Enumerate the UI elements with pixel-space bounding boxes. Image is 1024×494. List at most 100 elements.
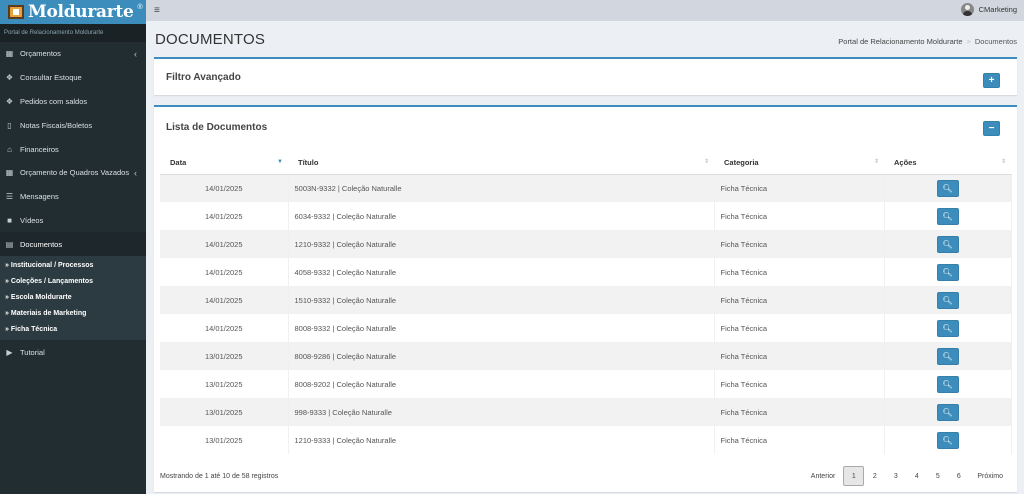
table-row: 13/01/2025 1210-9333 | Coleção Naturalle F… bbox=[160, 426, 1012, 454]
sidebar-item-documentos[interactable]: ▤ Documentos bbox=[0, 232, 146, 257]
pagination-page-3[interactable]: 3 bbox=[885, 466, 906, 486]
sidebar-item-orcamentos[interactable]: ▦ Orçamentos ‹ bbox=[0, 42, 146, 66]
chevron-left-icon: ‹ bbox=[134, 48, 137, 59]
cell-title: 1210-9333 | Coleção Naturalle bbox=[288, 426, 715, 454]
view-document-button[interactable]: 🔍︎ bbox=[936, 319, 959, 337]
view-document-button[interactable]: 🔍︎ bbox=[936, 291, 959, 309]
column-header-titulo[interactable]: Título ⇕ bbox=[288, 151, 714, 175]
grid-icon: ▦ bbox=[5, 168, 14, 178]
double-chevron-right-icon: » bbox=[5, 261, 9, 269]
cell-title: 6034-9332 | Coleção Naturalle bbox=[288, 202, 715, 230]
sidebar-item-label: Consultar Estoque bbox=[20, 73, 82, 83]
brand-logo[interactable]: Moldurarte ® bbox=[0, 0, 146, 24]
menu-toggle-icon[interactable]: ≡ bbox=[154, 5, 160, 16]
view-document-button[interactable]: 🔍︎ bbox=[936, 347, 959, 365]
sidebar-item-videos[interactable]: ■ Vídeos bbox=[0, 209, 146, 233]
cubes-icon: ❖ bbox=[5, 73, 14, 83]
double-chevron-right-icon: » bbox=[5, 277, 9, 285]
pagination-next[interactable]: Próximo bbox=[969, 466, 1011, 486]
pagination-page-6[interactable]: 6 bbox=[948, 466, 969, 486]
column-header-data[interactable]: Data ▼ bbox=[160, 151, 288, 175]
view-document-button[interactable]: 🔍︎ bbox=[936, 179, 959, 197]
logo-icon bbox=[8, 5, 24, 19]
sidebar-item-label: Tutorial bbox=[20, 347, 45, 357]
portal-label: Portal de Relacionamento Moldurarte bbox=[0, 24, 146, 42]
cell-actions: 🔍︎ bbox=[884, 174, 1012, 202]
column-header-label: Ações bbox=[894, 157, 917, 167]
brand-registered-mark: ® bbox=[137, 4, 143, 11]
submenu-item-institucional[interactable]: » Institucional / Processos bbox=[0, 257, 146, 273]
table-row: 14/01/2025 4058-9332 | Coleção Naturalle F… bbox=[160, 258, 1012, 286]
view-document-button[interactable]: 🔍︎ bbox=[936, 431, 959, 449]
view-document-button[interactable]: 🔍︎ bbox=[936, 263, 959, 281]
sidebar-item-orcamento-quadros-vazados[interactable]: ▦ Orçamento de Quadros Vazados ‹ bbox=[0, 161, 146, 185]
pagination-page-4[interactable]: 4 bbox=[906, 466, 927, 486]
sort-icon: ⇕ bbox=[703, 159, 709, 165]
pagination-page-2[interactable]: 2 bbox=[864, 466, 885, 486]
sidebar-item-financeiros[interactable]: ⌂ Financeiros bbox=[0, 137, 146, 161]
sidebar-item-consultar-estoque[interactable]: ❖ Consultar Estoque bbox=[0, 66, 146, 90]
filter-box: Filtro Avançado + bbox=[154, 57, 1017, 95]
search-icon: 🔍︎ bbox=[942, 379, 953, 389]
search-icon: 🔍︎ bbox=[942, 435, 953, 445]
cell-title: 998-9333 | Coleção Naturalle bbox=[288, 398, 715, 426]
view-document-button[interactable]: 🔍︎ bbox=[936, 235, 959, 253]
breadcrumb-separator: > bbox=[966, 37, 971, 46]
breadcrumb-current: Documentos bbox=[974, 37, 1017, 46]
sidebar-item-pedidos-com-saldos[interactable]: ❖ Pedidos com saldos bbox=[0, 90, 146, 114]
pagination-info: Mostrando de 1 até 10 de 58 registros bbox=[160, 473, 279, 480]
submenu-item-marketing[interactable]: » Materiais de Marketing bbox=[0, 305, 146, 321]
pagination-prev[interactable]: Anterior bbox=[803, 466, 844, 486]
search-icon: 🔍︎ bbox=[942, 295, 953, 305]
breadcrumb: Portal de Relacionamento Moldurarte > Do… bbox=[838, 37, 1017, 46]
file-icon: ▯ bbox=[7, 120, 12, 130]
search-icon: 🔍︎ bbox=[942, 211, 953, 221]
table-row: 13/01/2025 998-9333 | Coleção Naturalle Fi… bbox=[160, 398, 1012, 426]
cell-date: 14/01/2025 bbox=[160, 202, 289, 230]
column-header-categoria[interactable]: Categoria ⇕ bbox=[714, 151, 884, 175]
view-document-button[interactable]: 🔍︎ bbox=[936, 375, 959, 393]
cell-date: 14/01/2025 bbox=[160, 258, 289, 286]
sidebar-item-label: Orçamento de Quadros Vazados bbox=[20, 168, 130, 178]
cell-actions: 🔍︎ bbox=[884, 202, 1012, 230]
pagination: Anterior 1 2 3 4 5 6 Próximo bbox=[803, 466, 1011, 486]
documents-table: Data ▼ Título ⇕ Categoria ⇕ Ações ⇕ 14/01/20… bbox=[160, 151, 1012, 454]
collapse-list-button[interactable]: − bbox=[983, 121, 1000, 136]
user-menu[interactable]: CMarketing bbox=[960, 3, 1017, 16]
sidebar-item-label: Orçamentos bbox=[20, 49, 61, 59]
submenu-item-label: Ficha Técnica bbox=[10, 325, 58, 333]
breadcrumb-home[interactable]: Portal de Relacionamento Moldurarte bbox=[838, 37, 962, 46]
submenu-item-colecoes[interactable]: » Coleções / Lançamentos bbox=[0, 273, 146, 289]
submenu-item-label: Materiais de Marketing bbox=[10, 309, 87, 317]
cell-category: Ficha Técnica bbox=[714, 230, 885, 258]
sidebar: Moldurarte ® Portal de Relacionamento Mo… bbox=[0, 0, 146, 494]
table-header-row: Data ▼ Título ⇕ Categoria ⇕ Ações ⇕ bbox=[160, 151, 1011, 175]
table-row: 13/01/2025 8008-9202 | Coleção Naturalle F… bbox=[160, 370, 1012, 398]
pagination-page-5[interactable]: 5 bbox=[927, 466, 948, 486]
double-chevron-right-icon: » bbox=[5, 293, 9, 301]
cell-category: Ficha Técnica bbox=[714, 426, 885, 454]
cubes-icon: ❖ bbox=[5, 96, 14, 106]
cell-category: Ficha Técnica bbox=[714, 258, 885, 286]
sidebar-item-tutorial[interactable]: ▶ Tutorial bbox=[0, 340, 146, 364]
submenu-item-escola[interactable]: » Escola Moldurarte bbox=[0, 289, 146, 305]
cell-date: 13/01/2025 bbox=[160, 398, 289, 426]
view-document-button[interactable]: 🔍︎ bbox=[936, 403, 959, 421]
view-document-button[interactable]: 🔍︎ bbox=[936, 207, 959, 225]
sidebar-item-label: Vídeos bbox=[20, 215, 44, 225]
cell-title: 8008-9332 | Coleção Naturalle bbox=[288, 314, 715, 342]
cell-date: 14/01/2025 bbox=[160, 174, 289, 202]
column-header-acoes[interactable]: Ações ⇕ bbox=[884, 151, 1011, 175]
expand-filter-button[interactable]: + bbox=[983, 73, 1000, 88]
sidebar-item-mensagens[interactable]: ☰ Mensagens bbox=[0, 185, 146, 209]
search-icon: 🔍︎ bbox=[942, 239, 953, 249]
pagination-page-1[interactable]: 1 bbox=[843, 466, 865, 486]
search-icon: 🔍︎ bbox=[942, 323, 953, 333]
column-header-label: Título bbox=[298, 157, 319, 167]
sidebar-item-notas-fiscais[interactable]: ▯ Notas Fiscais/Boletos bbox=[0, 113, 146, 137]
filter-box-title: Filtro Avançado bbox=[166, 72, 241, 83]
submenu-item-ficha-tecnica[interactable]: » Ficha Técnica bbox=[0, 321, 146, 337]
brand-name: Moldurarte bbox=[28, 2, 134, 22]
video-icon: ■ bbox=[7, 215, 12, 225]
cell-actions: 🔍︎ bbox=[884, 314, 1012, 342]
